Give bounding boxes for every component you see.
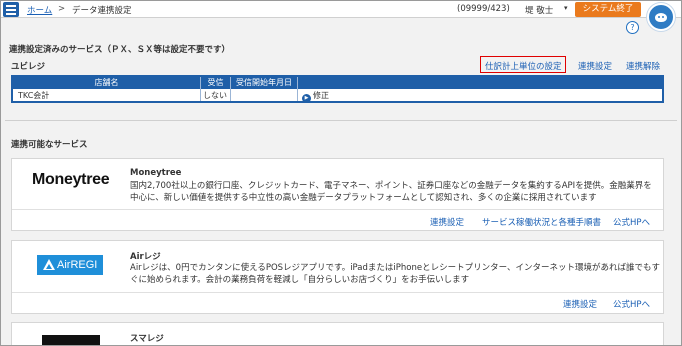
unlink-link[interactable]: 連携解除: [626, 60, 660, 72]
header-bar: ホーム > データ連携設定 (09999/423) 堤 敬士 ▾ システム終了: [1, 1, 681, 18]
linked-services-table: 店舗名 受信 受信開始年月日 TKC会計 しない ▶ 修正: [11, 75, 664, 103]
service-name: スマレジ: [130, 334, 164, 344]
system-exit-button[interactable]: システム終了: [575, 2, 641, 17]
column-header-actions: [298, 77, 662, 89]
help-icon[interactable]: ?: [626, 21, 639, 34]
edit-label: 修正: [313, 91, 329, 100]
service-name: Airレジ: [130, 252, 161, 262]
breadcrumb-separator: >: [58, 4, 66, 14]
user-name-menu[interactable]: 堤 敬士: [525, 4, 553, 16]
column-header-store: 店舗名: [13, 77, 200, 89]
breadcrumb-home-link[interactable]: ホーム: [27, 4, 52, 16]
section-divider: [5, 120, 677, 121]
play-circle-icon: ▶: [302, 94, 311, 103]
app-window: ホーム > データ連携設定 (09999/423) 堤 敬士 ▾ システム終了 …: [0, 0, 682, 346]
receive-cell: しない: [203, 91, 227, 100]
airregi-setting-link[interactable]: 連携設定: [563, 298, 597, 310]
moneytree-official-link[interactable]: 公式HPへ: [613, 216, 650, 228]
edit-button[interactable]: ▶ 修正: [302, 90, 329, 103]
hamburger-menu-icon[interactable]: [3, 2, 19, 17]
service-name: Moneytree: [130, 168, 182, 178]
moneytree-status-link[interactable]: サービス稼働状況と各種手順書: [482, 216, 601, 228]
link-setting-link[interactable]: 連携設定: [578, 60, 612, 72]
chevron-down-icon[interactable]: ▾: [564, 4, 568, 12]
store-name-cell: TKC会計: [18, 91, 50, 100]
moneytree-setting-link[interactable]: 連携設定: [430, 216, 464, 228]
service-description: Airレジは、0円でカンタンに使えるPOSレジアプリです。iPadまたはiPho…: [130, 263, 661, 285]
user-id: (09999/423): [457, 4, 510, 14]
service-card-smaregi: スマレジ: [11, 322, 664, 345]
available-services-title: 連携可能なサービス: [11, 140, 88, 150]
moneytree-logo: Moneytree: [32, 171, 110, 188]
journal-unit-setting-link[interactable]: 仕訳計上単位の設定: [485, 60, 562, 72]
linked-services-title: 連携設定済みのサービス（ＰＸ、ＳＸ等は設定不要です）: [9, 45, 231, 55]
column-header-start-date: 受信開始年月日: [231, 77, 297, 89]
service-card-airregi: AirREGI Airレジ Airレジは、0円でカンタンに使えるPOSレジアプリ…: [11, 240, 664, 314]
service-card-moneytree: Moneytree Moneytree 国内2,700社以上の銀行口座、クレジッ…: [11, 158, 664, 231]
column-header-receive: 受信: [201, 77, 230, 89]
assistant-avatar-icon[interactable]: [647, 3, 675, 31]
breadcrumb-current: データ連携設定: [72, 6, 132, 16]
service-description: 国内2,700社以上の銀行口座、クレジットカード、電子マネー、ポイント、証券口座…: [130, 181, 652, 203]
linked-group-name: ユビレジ: [11, 62, 46, 72]
airregi-logo: AirREGI: [37, 255, 103, 275]
airregi-official-link[interactable]: 公式HPへ: [613, 298, 650, 310]
smaregi-logo: [42, 335, 100, 345]
